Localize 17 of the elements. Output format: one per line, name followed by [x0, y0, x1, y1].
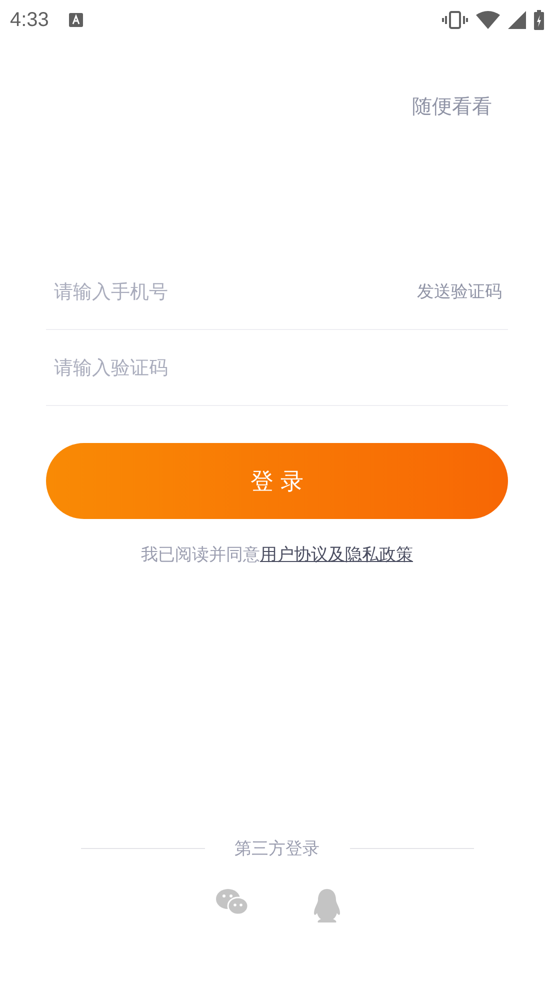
code-input-field[interactable]: 请输入验证码 — [54, 352, 502, 384]
keyboard-notification-icon — [68, 13, 83, 27]
third-party-login-title: 第三方登录 — [234, 838, 320, 860]
wifi-icon — [476, 11, 500, 29]
penguin-icon — [311, 888, 343, 924]
chat-bubbles-icon — [215, 888, 249, 916]
battery-charging-icon — [534, 10, 544, 30]
phone-input-field[interactable]: 请输入手机号 — [54, 276, 417, 308]
agreement-text: 我已阅读并同意用户协议及隐私政策 — [140, 544, 414, 566]
vibrate-icon — [442, 11, 468, 29]
send-code-button[interactable]: 发送验证码 — [417, 280, 502, 303]
browse-link[interactable]: 随便看看 — [412, 92, 492, 148]
signal-icon — [508, 11, 526, 29]
social-login-button[interactable] — [311, 888, 343, 924]
status-time: 4:33 — [10, 8, 49, 32]
login-button[interactable]: 登 录 — [46, 443, 508, 519]
agreement-link[interactable]: 用户协议及隐私政策 — [260, 545, 413, 565]
